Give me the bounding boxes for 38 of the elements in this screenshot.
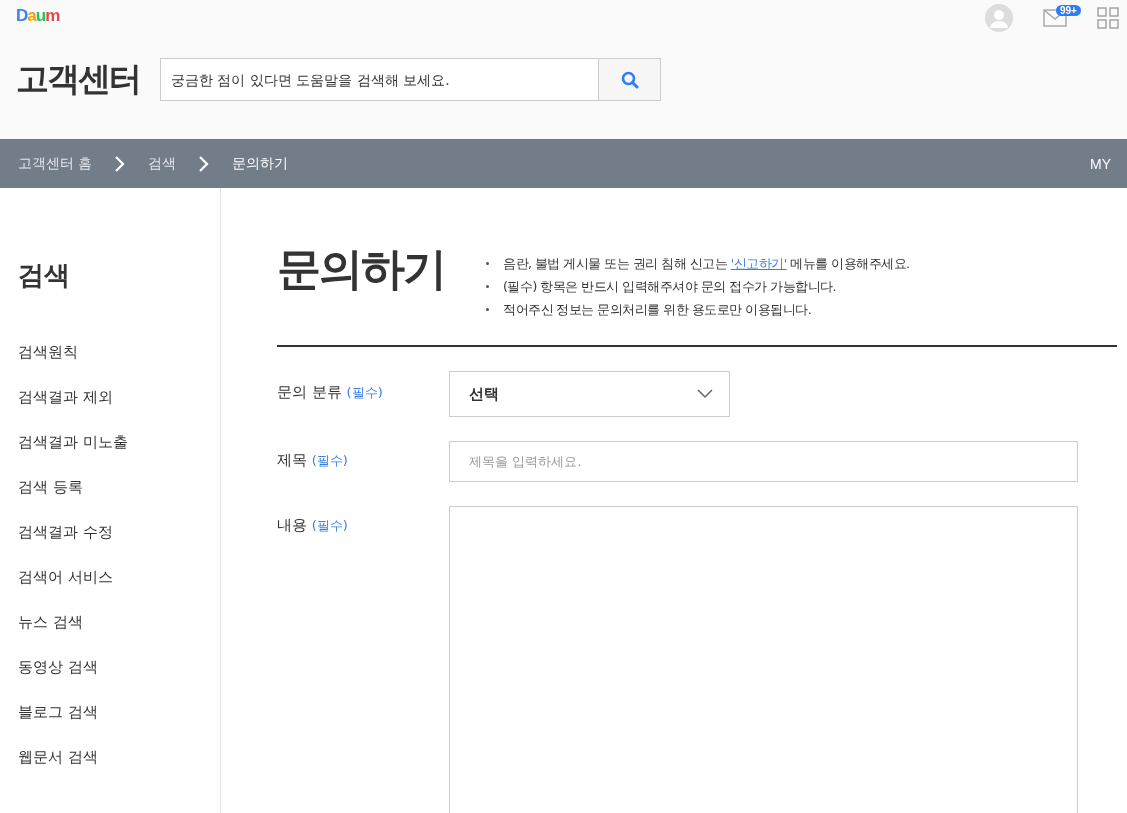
search-button[interactable] <box>598 58 661 101</box>
report-link[interactable]: '신고하기' <box>730 256 787 271</box>
field-label: 내용 (필수) <box>277 515 349 536</box>
sidebar-title: 검색 <box>18 259 71 292</box>
grid-icon[interactable] <box>1097 7 1119 29</box>
sidebar-item[interactable]: 검색결과 미노출 <box>18 433 220 478</box>
notice-text: 적어주신 정보는 문의처리를 위한 용도로만 이용됩니다. <box>503 301 812 319</box>
my-link[interactable]: MY <box>1090 155 1111 172</box>
sidebar-item[interactable]: 검색어 서비스 <box>18 568 220 613</box>
bullet-icon <box>486 285 489 288</box>
sidebar-item[interactable]: 검색원칙 <box>18 343 220 388</box>
form-title: 문의하기 <box>277 242 446 296</box>
breadcrumb-link[interactable]: 검색 <box>148 154 177 173</box>
search-field[interactable]: 궁금한 점이 있다면 도움말을 검색해 보세요. <box>160 58 598 101</box>
page-heading: 고객센터 <box>16 58 140 100</box>
notice-text: (필수) 항목은 반드시 입력해주셔야 문의 접수가 가능합니다. <box>503 278 837 296</box>
field-label: 제목 (필수) <box>277 450 349 471</box>
sidebar-item[interactable]: 동영상 검색 <box>18 658 220 703</box>
sidebar-item[interactable]: 웹문서 검색 <box>18 748 220 793</box>
chevron-icon <box>114 154 127 173</box>
notice-text: 음란, 불법 게시물 또는 권리 침해 신고는 '신고하기' 메뉴를 이용해주세요. <box>503 255 910 273</box>
avatar-icon[interactable] <box>985 4 1013 32</box>
chevron-icon <box>198 154 211 173</box>
title-input[interactable]: 제목을 입력하세요. <box>449 441 1078 482</box>
logo[interactable]: Daum <box>16 6 60 26</box>
field-label: 문의 분류 (필수) <box>277 382 384 403</box>
breadcrumb-link[interactable]: 문의하기 <box>232 154 289 173</box>
sidebar-item[interactable]: 검색결과 수정 <box>18 523 220 568</box>
bullet-icon <box>486 262 489 265</box>
sidebar-item[interactable]: 검색결과 제외 <box>18 388 220 433</box>
bullet-icon <box>486 308 489 311</box>
search-icon <box>620 70 639 89</box>
chevron-down-icon <box>697 389 713 399</box>
sidebar-item[interactable]: 뉴스 검색 <box>18 613 220 658</box>
sidebar-item[interactable]: 블로그 검색 <box>18 703 220 748</box>
category-select[interactable]: 선택 <box>449 371 730 417</box>
mail-count-badge: 99+ <box>1056 5 1081 16</box>
sidebar-item[interactable]: 검색 등록 <box>18 478 220 523</box>
